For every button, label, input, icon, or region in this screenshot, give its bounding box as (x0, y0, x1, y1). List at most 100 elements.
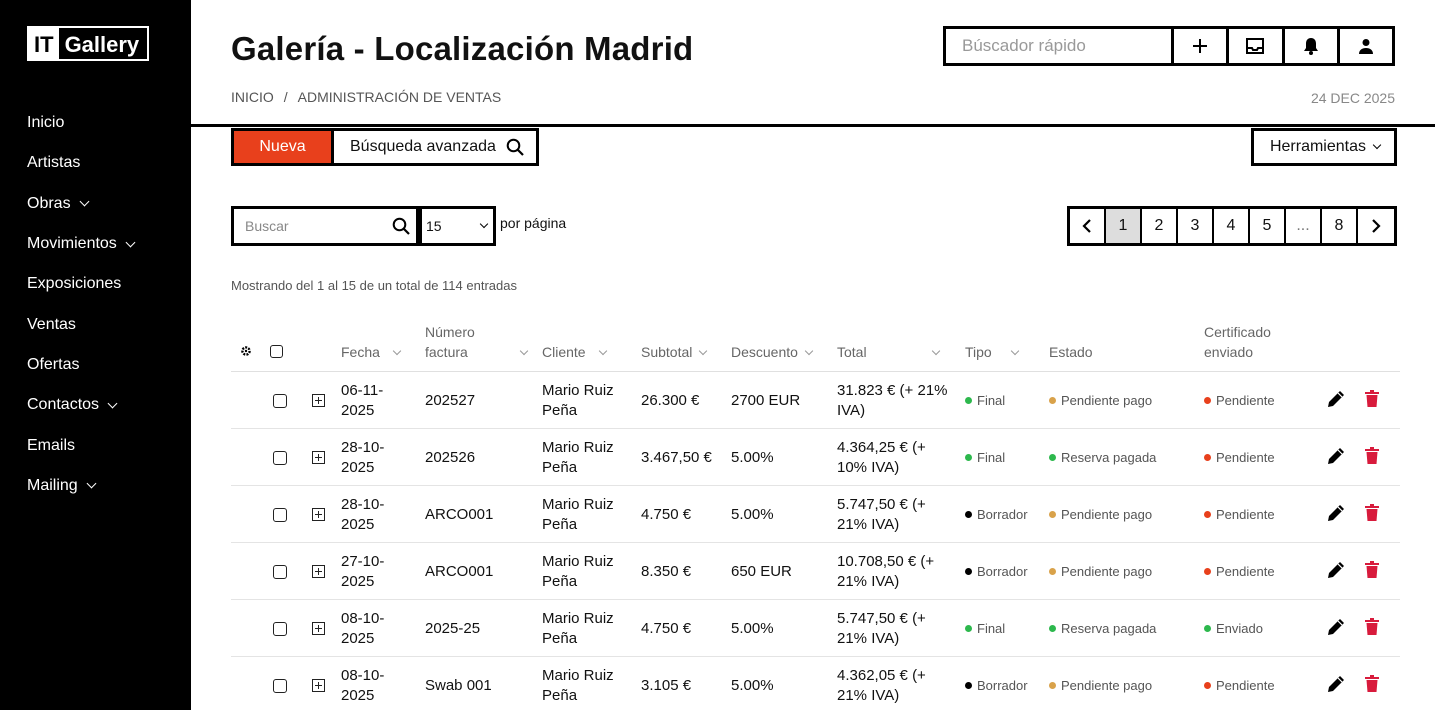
chevron-down-icon (519, 346, 529, 356)
edit-button[interactable] (1326, 427, 1346, 484)
table-row[interactable]: 27-10- 2025 ARCO001 Mario Ruiz Peña 8.350 … (231, 543, 1400, 600)
page-button-2[interactable]: 2 (1142, 209, 1178, 243)
sidebar-item-mailing[interactable]: Mailing (27, 466, 134, 506)
sidebar-item-exposiciones[interactable]: Exposiciones (27, 264, 134, 304)
add-button[interactable] (1174, 29, 1230, 63)
plus-square-icon (312, 565, 325, 578)
delete-button[interactable] (1364, 370, 1380, 427)
page-button-8[interactable]: 8 (1322, 209, 1358, 243)
page-button-4[interactable]: 4 (1214, 209, 1250, 243)
sidebar-item-movimientos[interactable]: Movimientos (27, 224, 136, 264)
edit-button[interactable] (1326, 598, 1346, 655)
table-row[interactable]: 08-10- 2025 2025-25 Mario Ruiz Peña 4.750 … (231, 600, 1400, 657)
sidebar-item-label: Ventas (27, 315, 76, 333)
delete-button[interactable] (1364, 427, 1380, 484)
status-dot (1049, 511, 1056, 518)
row-checkbox[interactable] (273, 657, 287, 710)
advanced-search-label: Búsqueda avanzada (350, 138, 496, 155)
row-checkbox[interactable] (273, 486, 287, 543)
expand-row-button[interactable] (312, 429, 325, 486)
cell-numero-factura: Swab 001 (425, 676, 492, 694)
row-checkbox[interactable] (273, 429, 287, 486)
column-tipo[interactable]: Tipo (965, 342, 1019, 362)
row-checkbox[interactable] (273, 600, 287, 657)
sidebar-item-ventas[interactable]: Ventas (27, 304, 134, 344)
sidebar-item-contactos[interactable]: Contactos (27, 385, 134, 425)
table-search-input[interactable]: Buscar (231, 206, 419, 246)
edit-button[interactable] (1326, 484, 1346, 541)
expand-row-button[interactable] (312, 486, 325, 543)
sidebar-nav: Inicio Artistas Obras Movimientos Exposicion… (27, 103, 136, 506)
delete-button[interactable] (1364, 541, 1380, 598)
delete-button[interactable] (1364, 484, 1380, 541)
sidebar-item-inicio[interactable]: Inicio (27, 103, 134, 143)
edit-button[interactable] (1326, 655, 1346, 710)
plus-square-icon (312, 622, 325, 635)
chevron-down-icon (125, 237, 136, 247)
user-button[interactable] (1340, 29, 1392, 63)
page-button-1[interactable]: 1 (1106, 209, 1142, 243)
table-row[interactable]: 06-11- 2025 202527 Mario Ruiz Peña 26.300 … (231, 372, 1400, 429)
row-checkbox[interactable] (273, 543, 287, 600)
cell-subtotal: 8.350 € (641, 562, 692, 580)
cell-numero-factura: ARCO001 (425, 562, 494, 580)
column-settings-button[interactable] (240, 345, 252, 357)
breadcrumb-home[interactable]: INICIO (231, 89, 274, 105)
quick-search-input[interactable]: Búscador rápido (946, 29, 1174, 63)
sidebar-item-obras[interactable]: Obras (27, 184, 134, 224)
chevron-down-icon (598, 346, 607, 356)
cell-numero-factura: 202526 (425, 448, 476, 466)
table-row[interactable]: 28-10- 2025 ARCO001 Mario Ruiz Peña 4.750 … (231, 486, 1400, 543)
sidebar-item-label: Artistas (27, 154, 81, 172)
pagination-ellipsis: ... (1286, 209, 1322, 243)
notifications-button[interactable] (1285, 29, 1340, 63)
page-button-5[interactable]: 5 (1250, 209, 1286, 243)
next-page-button[interactable] (1358, 209, 1394, 243)
new-sale-button[interactable]: Nueva (234, 131, 334, 163)
chevron-right-icon (1372, 219, 1381, 233)
action-toolbar: Nueva Búsqueda avanzada (231, 128, 539, 166)
status-dot (965, 568, 972, 575)
expand-row-button[interactable] (312, 372, 325, 429)
column-numero-factura[interactable]: Número factura (425, 322, 529, 362)
column-fecha[interactable]: Fecha (341, 342, 402, 362)
expand-row-button[interactable] (312, 543, 325, 600)
cell-certificado: Enviado (1204, 600, 1263, 657)
app-logo[interactable]: IT Gallery (27, 26, 150, 61)
page-button-3[interactable]: 3 (1178, 209, 1214, 243)
edit-button[interactable] (1326, 370, 1346, 427)
prev-page-button[interactable] (1070, 209, 1106, 243)
logo-it: IT (29, 28, 59, 59)
sidebar-item-artistas[interactable]: Artistas (27, 143, 134, 183)
expand-row-button[interactable] (312, 657, 325, 710)
status-dot (1204, 454, 1211, 461)
delete-button[interactable] (1364, 598, 1380, 655)
sidebar-item-label: Ofertas (27, 355, 80, 373)
table-row[interactable]: 28-10- 2025 202526 Mario Ruiz Peña 3.467,5… (231, 429, 1400, 486)
expand-row-button[interactable] (312, 600, 325, 657)
edit-button[interactable] (1326, 541, 1346, 598)
inbox-button[interactable] (1229, 29, 1285, 63)
inbox-icon (1246, 38, 1265, 54)
row-checkbox[interactable] (273, 372, 287, 429)
cell-fecha: 28-10- 2025 (341, 495, 385, 533)
per-page-select[interactable]: 15 (419, 206, 496, 246)
column-total[interactable]: Total (837, 342, 940, 362)
sidebar-item-ofertas[interactable]: Ofertas (27, 345, 134, 385)
breadcrumb-separator: / (283, 89, 288, 105)
column-cliente[interactable]: Cliente (542, 342, 607, 362)
column-certificado-enviado[interactable]: Certificado enviado (1204, 322, 1271, 362)
column-subtotal[interactable]: Subtotal (641, 342, 708, 362)
select-all-checkbox[interactable] (270, 345, 283, 358)
sidebar: IT Gallery Inicio Artistas Obras Movimiento… (0, 0, 191, 710)
advanced-search-button[interactable]: Búsqueda avanzada (334, 131, 536, 163)
delete-button[interactable] (1364, 655, 1380, 710)
sidebar-item-emails[interactable]: Emails (27, 425, 134, 465)
column-descuento[interactable]: Descuento (731, 342, 814, 362)
column-estado[interactable]: Estado (1049, 342, 1093, 362)
tools-dropdown[interactable]: Herramientas (1250, 128, 1397, 166)
table-row[interactable]: 08-10- 2025 Swab 001 Mario Ruiz Peña 3.105… (231, 657, 1400, 710)
pencil-icon (1328, 618, 1344, 635)
cell-cliente: Mario Ruiz Peña (542, 381, 614, 419)
pencil-icon (1328, 561, 1344, 578)
